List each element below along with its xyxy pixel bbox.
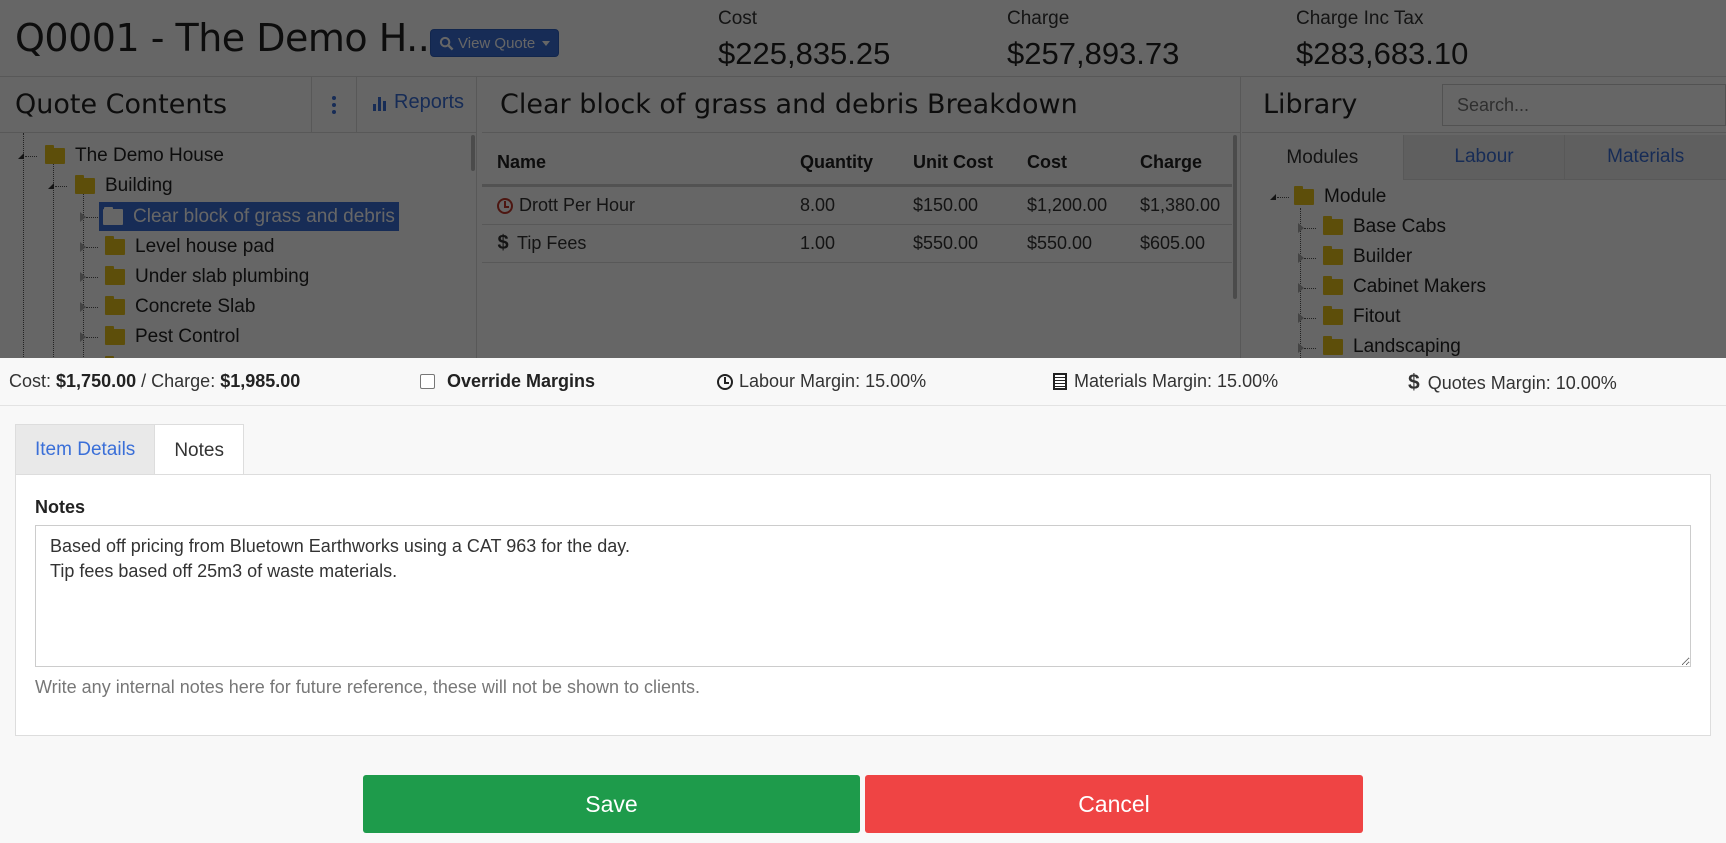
materials-margin-text: Materials Margin: 15.00% — [1074, 371, 1279, 391]
notes-help-text: Write any internal notes here for future… — [35, 677, 701, 697]
notes-tab-panel: Notes Based off pricing from Bluetown Ea… — [15, 474, 1711, 736]
override-margins-checkbox[interactable] — [420, 374, 435, 389]
tab-notes[interactable]: Notes — [155, 424, 244, 476]
notes-label: Notes — [35, 497, 86, 517]
override-margins-label: Override Margins — [447, 371, 596, 391]
labour-margin-text: Labour Margin: 15.00% — [739, 371, 927, 391]
item-summary-bar: Cost: $1,750.00 / Charge: $1,985.00 Over… — [0, 358, 1726, 406]
item-tabs: Item Details Notes — [15, 424, 244, 476]
charge-value: $1,985.00 — [220, 371, 301, 391]
item-edit-sheet: Cost: $1,750.00 / Charge: $1,985.00 Over… — [0, 358, 1726, 843]
totals-separator: / — [141, 371, 147, 391]
save-button[interactable]: Save — [363, 775, 860, 833]
override-margins-toggle[interactable]: Override Margins — [420, 371, 595, 392]
tab-item-details[interactable]: Item Details — [15, 424, 156, 475]
labour-margin: Labour Margin: 15.00% — [717, 371, 926, 392]
cost-value: $1,750.00 — [56, 371, 137, 391]
notes-textarea[interactable]: Based off pricing from Bluetown Earthwor… — [35, 525, 1691, 667]
quotes-margin: $ Quotes Margin: 10.00% — [1408, 371, 1617, 395]
modal-backdrop[interactable] — [0, 0, 1726, 358]
dollar-icon: $ — [1408, 371, 1420, 394]
materials-margin: Materials Margin: 15.00% — [1053, 371, 1278, 392]
item-totals: Cost: $1,750.00 / Charge: $1,985.00 — [9, 371, 300, 392]
charge-label: Charge: — [151, 371, 216, 391]
cancel-button[interactable]: Cancel — [865, 775, 1363, 833]
list-icon — [1053, 373, 1067, 390]
cost-label: Cost: — [9, 371, 52, 391]
quotes-margin-text: Quotes Margin: 10.00% — [1427, 372, 1617, 393]
clock-icon — [717, 373, 733, 390]
